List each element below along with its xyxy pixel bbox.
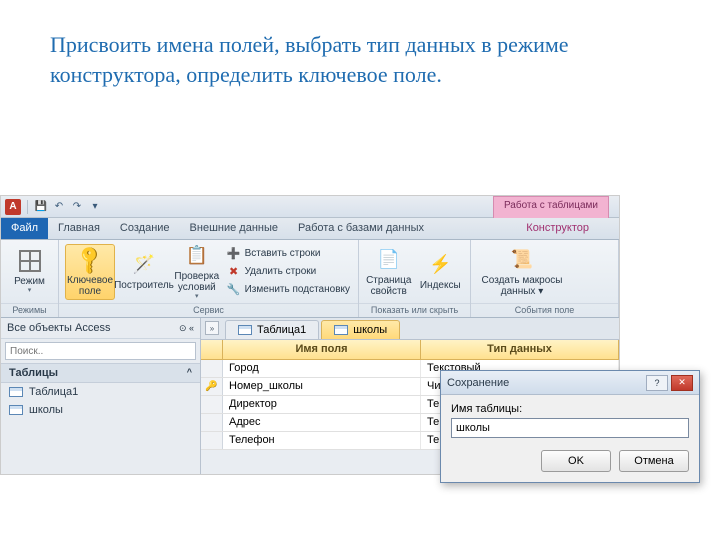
builder-label: Построитель: [114, 280, 174, 291]
validation-button[interactable]: 📋 Проверка условий ▾: [173, 243, 221, 301]
insert-rows-button[interactable]: ➕ Вставить строки: [225, 246, 352, 262]
group-tools: Сервис: [59, 303, 358, 317]
nav-header[interactable]: Все объекты Access ⊙ «: [1, 318, 200, 339]
row-selector[interactable]: [201, 360, 223, 377]
help-button[interactable]: ?: [646, 375, 668, 391]
tab-dbtools[interactable]: Работа с базами данных: [288, 218, 434, 239]
delete-rows-button[interactable]: ✖ Удалить строки: [225, 264, 352, 280]
field-name-cell[interactable]: Номер_школы: [223, 378, 421, 395]
field-name-cell[interactable]: Телефон: [223, 432, 421, 449]
builder-icon: 🪄: [130, 252, 158, 278]
macro-label: Создать макросы данных ▾: [477, 275, 567, 297]
row-selector[interactable]: [201, 414, 223, 431]
row-selector[interactable]: [201, 432, 223, 449]
chevron-down-icon: ⊙ «: [179, 323, 194, 334]
tab-home[interactable]: Главная: [48, 218, 110, 239]
primary-key-label: Ключевое поле: [67, 275, 113, 297]
group-events: События поле: [471, 303, 618, 317]
row-selector[interactable]: [201, 396, 223, 413]
dialog-titlebar: Сохранение ? ✕: [441, 371, 699, 395]
table-icon: [9, 405, 23, 415]
table-name-label: Имя таблицы:: [451, 403, 689, 415]
close-button[interactable]: ✕: [671, 375, 693, 391]
group-views: Режимы: [1, 303, 58, 317]
nav-item[interactable]: Таблица1: [1, 383, 200, 401]
group-showhide: Показать или скрыть: [359, 303, 470, 317]
chevron-down-icon: ▾: [195, 293, 199, 301]
modify-lookup-icon: 🔧: [227, 283, 241, 297]
design-grid-header: Имя поля Тип данных: [201, 340, 619, 360]
nav-search: [5, 342, 196, 360]
field-name-cell[interactable]: Город: [223, 360, 421, 377]
validation-label: Проверка условий: [173, 271, 221, 293]
indexes-label: Индексы: [420, 280, 461, 291]
save-icon[interactable]: 💾: [34, 200, 48, 214]
insert-row-icon: ➕: [227, 247, 241, 261]
redo-icon[interactable]: ↷: [70, 200, 84, 214]
tab-create[interactable]: Создание: [110, 218, 180, 239]
view-icon: [16, 248, 44, 274]
tab-external[interactable]: Внешние данные: [180, 218, 288, 239]
key-icon: 🔑: [76, 247, 104, 273]
slide-title: Присвоить имена полей, выбрать тип данны…: [0, 0, 720, 99]
doc-tab-table1[interactable]: Таблица1: [225, 320, 319, 339]
col-field-name: Имя поля: [223, 340, 421, 359]
ribbon-tabs: Файл Главная Создание Внешние данные Раб…: [1, 218, 619, 240]
view-button[interactable]: Режим ▾: [7, 248, 52, 295]
view-label: Режим: [14, 276, 45, 287]
navigation-pane: Все объекты Access ⊙ « Таблицы ^ Таблица…: [1, 318, 201, 474]
modify-lookup-button[interactable]: 🔧 Изменить подстановку: [225, 282, 352, 298]
tab-design[interactable]: Конструктор: [516, 218, 599, 239]
table-icon: [9, 387, 23, 397]
nav-toggle-button[interactable]: »: [205, 321, 219, 335]
dialog-title: Сохранение: [447, 377, 509, 389]
create-data-macros-button[interactable]: 📜 Создать макросы данных ▾: [477, 247, 567, 297]
indexes-button[interactable]: ⚡ Индексы: [417, 252, 465, 291]
property-sheet-label: Страница свойств: [365, 275, 413, 297]
qat-dropdown-icon[interactable]: ▾: [88, 200, 102, 214]
table-icon: [334, 325, 348, 335]
field-name-cell[interactable]: Адрес: [223, 414, 421, 431]
undo-icon[interactable]: ↶: [52, 200, 66, 214]
builder-button[interactable]: 🪄 Построитель: [119, 252, 169, 291]
app-badge[interactable]: A: [5, 199, 21, 215]
row-selector-header: [201, 340, 223, 359]
macro-icon: 📜: [508, 247, 536, 273]
row-selector[interactable]: 🔑: [201, 378, 223, 395]
indexes-icon: ⚡: [426, 252, 454, 278]
nav-category-tables[interactable]: Таблицы ^: [1, 363, 200, 383]
tab-file[interactable]: Файл: [1, 218, 48, 239]
col-data-type: Тип данных: [421, 340, 619, 359]
doc-tab-schools[interactable]: школы: [321, 320, 400, 339]
ok-button[interactable]: OK: [541, 450, 611, 472]
delete-row-icon: ✖: [227, 265, 241, 279]
save-dialog: Сохранение ? ✕ Имя таблицы: OK Отмена: [440, 370, 700, 483]
chevron-down-icon: ▾: [28, 287, 32, 295]
collapse-icon: ^: [187, 367, 192, 379]
table-name-input[interactable]: [451, 418, 689, 438]
property-sheet-icon: 📄: [375, 247, 403, 273]
search-input[interactable]: [5, 342, 196, 360]
primary-key-button[interactable]: 🔑 Ключевое поле: [65, 244, 115, 300]
ribbon: Режим ▾ Режимы 🔑 Ключевое поле 🪄 Построи…: [1, 240, 619, 318]
context-tab-title: Работа с таблицами: [493, 196, 609, 218]
field-name-cell[interactable]: Директор: [223, 396, 421, 413]
property-sheet-button[interactable]: 📄 Страница свойств: [365, 247, 413, 297]
table-icon: [238, 325, 252, 335]
validation-icon: 📋: [183, 243, 211, 269]
document-tabs: » Таблица1 школы: [201, 318, 619, 340]
cancel-button[interactable]: Отмена: [619, 450, 689, 472]
nav-item[interactable]: школы: [1, 401, 200, 419]
